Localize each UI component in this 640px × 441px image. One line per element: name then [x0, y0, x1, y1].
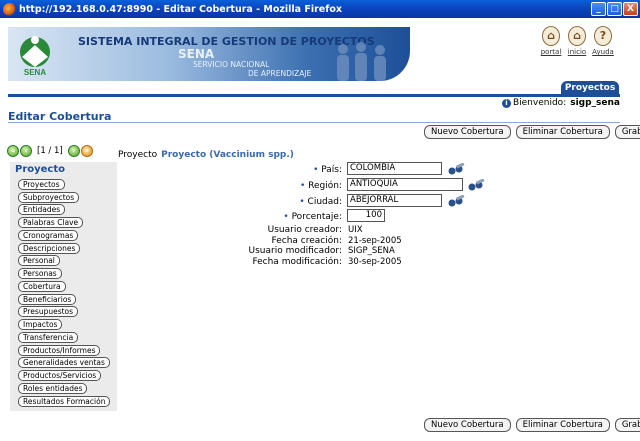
save-button-bottom[interactable]: Grabar	[614, 418, 640, 432]
modifier-value: SIGP_SENA	[348, 246, 395, 256]
header-banner: SENA SISTEMA INTEGRAL DE GESTION DE PROY…	[8, 27, 410, 81]
title-divider	[8, 122, 620, 123]
sidebar-item-personal[interactable]: Personal	[18, 255, 60, 267]
tab-proyectos[interactable]: Proyectos	[561, 81, 619, 95]
search-region-icon[interactable]	[467, 179, 485, 191]
project-name: Proyecto (Vaccinium spp.)	[161, 150, 294, 160]
sidebar-item-descripciones[interactable]: Descripciones	[18, 242, 81, 254]
header-divider	[8, 94, 620, 97]
project-label: Proyecto	[118, 150, 158, 160]
portal-link[interactable]: ⌂ portal	[540, 26, 562, 56]
bottom-action-bar: Nuevo Cobertura Eliminar Cobertura Graba…	[424, 418, 640, 432]
record-navigator: « ‹ [1 / 1] › »	[7, 145, 93, 157]
portal-label: portal	[540, 48, 562, 56]
sena-subtitle-2: DE APRENDIZAJE	[248, 69, 312, 78]
record-count: [1 / 1]	[37, 146, 63, 156]
sena-wordmark: SENA	[178, 47, 215, 61]
top-action-bar: Nuevo Cobertura Eliminar Cobertura Graba…	[424, 125, 640, 139]
close-button[interactable]: X	[623, 2, 638, 16]
window-controls: _ □ X	[591, 2, 638, 16]
sidebar-item-subproyectos[interactable]: Subproyectos	[18, 191, 80, 203]
sidebar-item-productos-informes[interactable]: Productos/Informes	[18, 344, 101, 356]
minimize-button[interactable]: _	[591, 2, 606, 16]
maximize-button[interactable]: □	[607, 2, 622, 16]
info-icon: i	[501, 99, 511, 108]
save-button[interactable]: Grabar	[614, 125, 640, 139]
help-icon: ?	[594, 26, 612, 46]
delete-cobertura-button-bottom[interactable]: Eliminar Cobertura	[515, 418, 610, 432]
created-date-value: 21-sep-2005	[348, 236, 402, 246]
username: sigp_sena	[570, 98, 620, 108]
sidebar-item-entidades[interactable]: Entidades	[18, 204, 66, 216]
sidebar-item-transferencia[interactable]: Transferencia	[18, 331, 79, 343]
new-cobertura-button[interactable]: Nuevo Cobertura	[424, 125, 511, 139]
sidebar-item-presupuestos[interactable]: Presupuestos	[18, 306, 79, 318]
porcentaje-field[interactable]: 100	[347, 209, 385, 222]
search-pais-icon[interactable]	[447, 163, 465, 175]
creator-label: Usuario creador:	[267, 225, 342, 235]
sidebar-item-impactos[interactable]: Impactos	[18, 319, 63, 330]
sidebar-item-cronogramas[interactable]: Cronogramas	[18, 229, 79, 241]
welcome-message: i Bienvenido: sigp_sena	[501, 98, 620, 108]
sidebar-item-proyectos[interactable]: Proyectos	[18, 178, 65, 190]
pais-field[interactable]: COLOMBIA	[347, 162, 442, 175]
sidebar-item-personas[interactable]: Personas	[18, 268, 62, 279]
previous-record-icon[interactable]: ‹	[20, 145, 32, 157]
help-label: Ayuda	[592, 48, 614, 56]
next-record-icon[interactable]: ›	[67, 145, 80, 157]
home-link[interactable]: ⌂ inicio	[566, 26, 588, 56]
region-label: • Región:	[299, 181, 342, 191]
sidebar-item-productos-servicios[interactable]: Productos/Servicios	[18, 370, 102, 381]
porcentaje-label: • Porcentaje:	[283, 212, 342, 222]
pais-label: • País:	[313, 165, 342, 175]
sidebar-item-roles-entidades[interactable]: Roles entidades	[18, 382, 88, 394]
modified-date-label: Fecha modificación:	[252, 257, 342, 267]
modifier-label: Usuario modificador:	[248, 246, 342, 256]
sidebar-menu: Proyectos Subproyectos Entidades Palabra…	[10, 178, 117, 407]
region-field[interactable]: ANTIOQUIA	[347, 178, 463, 191]
search-ciudad-icon[interactable]	[447, 195, 465, 207]
home-label: inicio	[567, 48, 587, 56]
window-title: http://192.168.0.47:8990 - Editar Cobert…	[19, 3, 343, 15]
sidebar-item-palabras-clave[interactable]: Palabras Clave	[18, 217, 84, 228]
sidebar: Proyecto Proyectos Subproyectos Entidade…	[10, 162, 117, 411]
welcome-prefix: Bienvenido:	[512, 98, 567, 108]
sidebar-item-resultados-formacion[interactable]: Resultados Formación	[18, 395, 111, 407]
new-cobertura-button-bottom[interactable]: Nuevo Cobertura	[424, 418, 511, 432]
ciudad-label: • Ciudad:	[299, 197, 342, 207]
last-record-icon[interactable]: »	[80, 145, 93, 157]
portal-icon: ⌂	[542, 26, 560, 46]
first-record-icon[interactable]: «	[7, 145, 19, 157]
help-link[interactable]: ? Ayuda	[592, 26, 614, 56]
delete-cobertura-button[interactable]: Eliminar Cobertura	[515, 125, 610, 139]
home-icon: ⌂	[568, 26, 586, 46]
project-heading: Proyecto Proyecto (Vaccinium spp.)	[118, 150, 294, 160]
sidebar-item-cobertura[interactable]: Cobertura	[18, 280, 66, 292]
sidebar-title: Proyecto	[15, 164, 66, 175]
firefox-icon	[3, 2, 16, 16]
sena-logo: SENA	[20, 36, 50, 77]
creator-value: UIX	[348, 225, 363, 235]
modified-date-value: 30-sep-2005	[348, 257, 402, 267]
sidebar-item-generalidades-ventas[interactable]: Generalidades ventas	[18, 357, 110, 369]
sena-subtitle-1: SERVICIO NACIONAL	[193, 60, 270, 69]
people-silhouette-image	[337, 42, 386, 81]
logo-text: SENA	[24, 68, 46, 77]
created-date-label: Fecha creación:	[271, 236, 342, 246]
sidebar-item-beneficiarios[interactable]: Beneficiarios	[18, 293, 77, 305]
window-title-bar: http://192.168.0.47:8990 - Editar Cobert…	[0, 0, 640, 18]
ciudad-field[interactable]: ABEJORRAL	[347, 194, 442, 207]
